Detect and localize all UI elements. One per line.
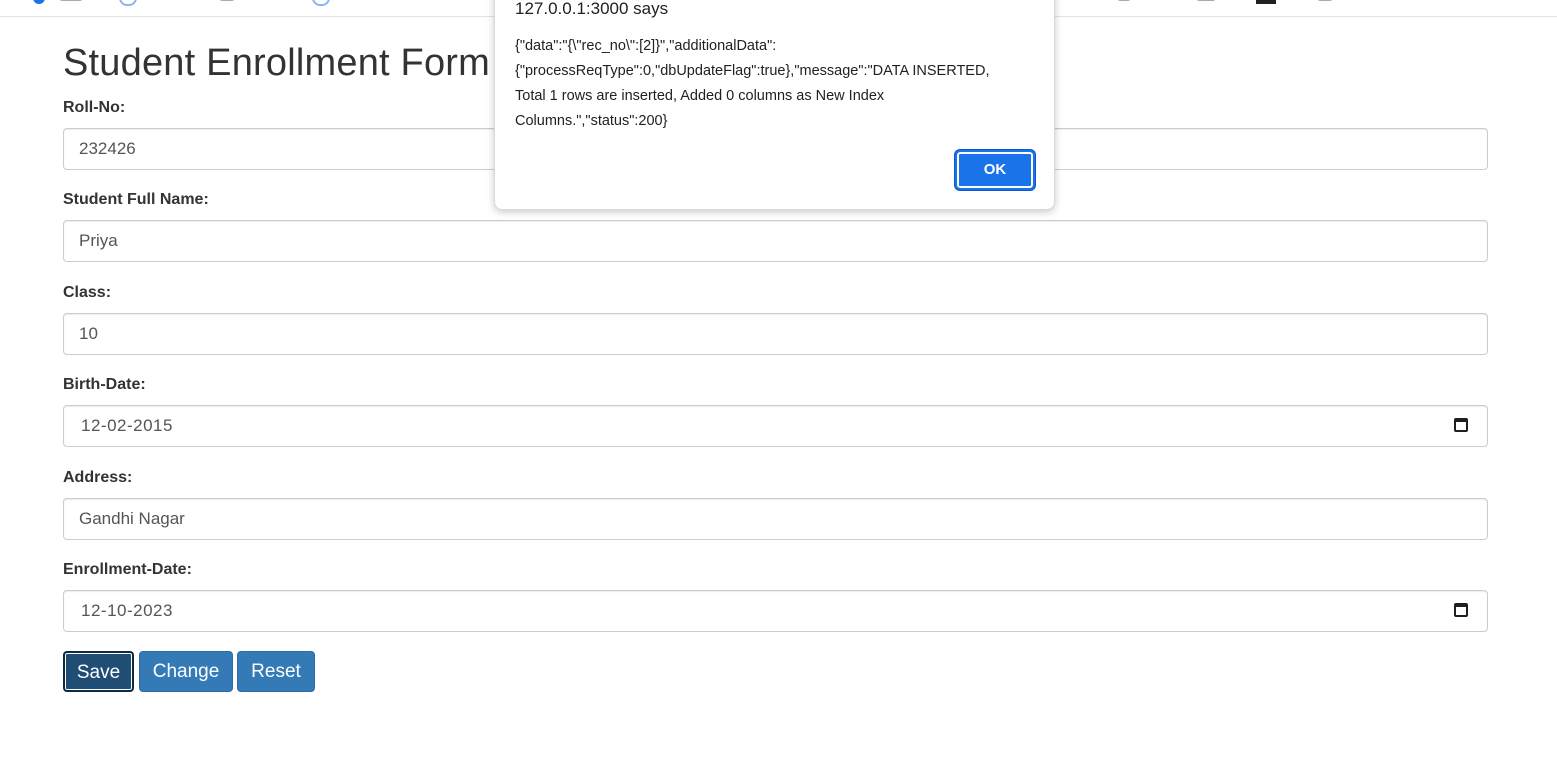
- ok-button[interactable]: OK: [955, 150, 1035, 190]
- birth-date-value: 12-02-2015: [81, 416, 173, 435]
- bookmark-label[interactable]: [1197, 0, 1215, 1]
- dialog-title: 127.0.0.1:3000 says: [515, 0, 669, 18]
- bookmark-app-icon[interactable]: [1256, 0, 1276, 4]
- birth-date-input[interactable]: 12-02-2015: [63, 405, 1488, 447]
- reset-button[interactable]: Reset: [237, 651, 315, 692]
- calendar-icon[interactable]: [1454, 418, 1468, 432]
- class-input[interactable]: 10: [63, 313, 1488, 355]
- bookmark-gear-icon[interactable]: [119, 0, 137, 6]
- alert-dialog: 127.0.0.1:3000 says {"data":"{\"rec_no\"…: [494, 0, 1055, 210]
- enrollment-date-value: 12-10-2023: [81, 601, 173, 620]
- bookmark-label[interactable]: [1118, 0, 1130, 1]
- save-button[interactable]: Save: [63, 651, 134, 692]
- address-label: Address:: [63, 469, 133, 486]
- enrollment-date-group: Enrollment-Date: 12-10-2023: [63, 560, 1488, 632]
- enrollment-date-input[interactable]: 12-10-2023: [63, 590, 1488, 632]
- bookmark-label[interactable]: [60, 0, 82, 1]
- dialog-message: {"data":"{\"rec_no\":[2]}","additionalDa…: [515, 38, 990, 129]
- address-input[interactable]: Gandhi Nagar: [63, 498, 1488, 540]
- birth-date-label: Birth-Date:: [63, 376, 146, 393]
- class-label: Class:: [63, 284, 112, 301]
- change-button[interactable]: Change: [139, 651, 233, 692]
- full-name-input[interactable]: Priya: [63, 220, 1488, 262]
- class-group: Class: 10: [63, 283, 1488, 355]
- birth-date-group: Birth-Date: 12-02-2015: [63, 375, 1488, 447]
- bookmark-label[interactable]: [1318, 0, 1332, 1]
- page-title: Student Enrollment Form: [63, 42, 490, 84]
- bookmark-person-icon[interactable]: [33, 0, 45, 4]
- calendar-icon[interactable]: [1454, 603, 1468, 617]
- bookmark-gear-icon[interactable]: [312, 0, 330, 6]
- address-group: Address: Gandhi Nagar: [63, 468, 1488, 540]
- bookmark-label[interactable]: [220, 0, 234, 1]
- enrollment-date-label: Enrollment-Date:: [63, 561, 192, 578]
